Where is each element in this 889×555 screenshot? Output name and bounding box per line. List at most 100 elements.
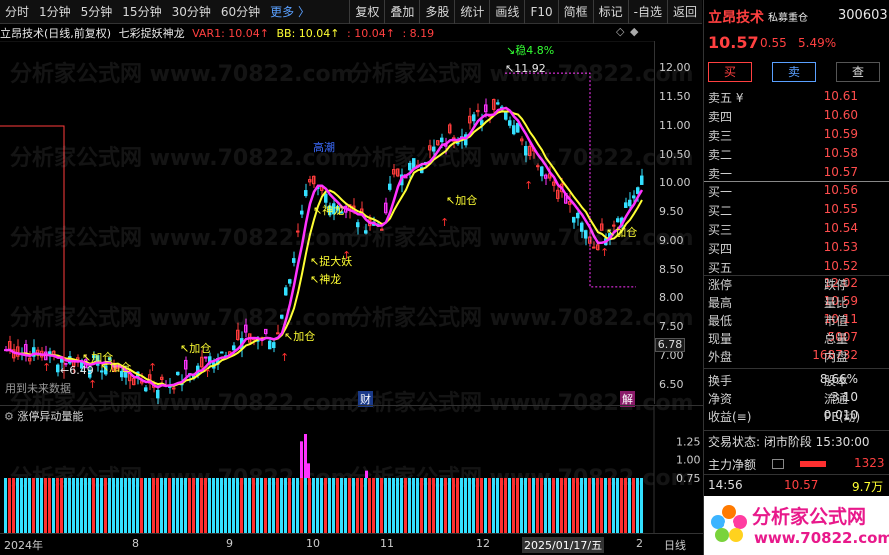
sub-tick-label: 0.75: [676, 472, 701, 485]
logo-url: www.70822.com: [754, 529, 889, 547]
quote-label: 换手: [708, 374, 733, 388]
volume-bar: [464, 478, 467, 533]
candle-body: [640, 175, 644, 185]
volume-bar: [348, 478, 351, 533]
volume-bar: [632, 478, 635, 533]
volume-bar: [396, 478, 399, 533]
watermark-1: 分析家公式网 www.70822.com: [10, 62, 354, 87]
sell-button[interactable]: 卖: [772, 62, 816, 82]
more-periods-button[interactable]: 更多 〉: [265, 0, 315, 24]
top-toolbar: 分时 1分钟 5分钟 15分钟 30分钟 60分钟 更多 〉 复权 叠加 多股 …: [0, 0, 702, 24]
candle-body: [576, 212, 580, 219]
f10-button[interactable]: F10: [524, 0, 557, 24]
volume-bar: [240, 478, 243, 533]
volume-bar: [496, 478, 499, 533]
volume-bar: [20, 478, 23, 533]
volume-bar: [56, 478, 59, 533]
candle-body: [220, 351, 224, 354]
quote-value: 10.52: [823, 259, 858, 273]
volume-bar: [384, 478, 387, 533]
date-tick-label: 10: [306, 537, 320, 550]
statistics-button[interactable]: 统计: [454, 0, 489, 24]
chart-diamond-icon[interactable]: ◇: [616, 25, 624, 38]
volume-bar: [248, 478, 251, 533]
simple-frame-button[interactable]: 简框: [557, 0, 593, 24]
volume-bar: [472, 478, 475, 533]
query-button[interactable]: 查: [836, 62, 880, 82]
price-tick-label: 12.00: [659, 61, 691, 75]
price-tick-label: 10.00: [659, 176, 691, 190]
volume-bar: [60, 478, 63, 533]
volume-bar: [476, 478, 479, 533]
buy-button[interactable]: 买: [708, 62, 752, 82]
back-button[interactable]: 返回: [666, 0, 702, 24]
volume-bar: [168, 478, 171, 533]
candle-body: [288, 279, 292, 284]
buy-arrow: ↑: [203, 367, 212, 380]
future-data-note: 用到未来数据: [5, 382, 71, 395]
volume-bar: [256, 478, 259, 533]
main-flow-icon[interactable]: [772, 459, 784, 469]
volume-bar: [328, 478, 331, 533]
period-tab-1min[interactable]: 1分钟: [34, 0, 76, 24]
quote-value: 10.61: [823, 89, 858, 103]
sub-tick-label: 1.25: [676, 435, 701, 448]
volume-bar: [156, 478, 159, 533]
stat-label-2: 股本: [824, 374, 849, 388]
quote-label: 卖二: [708, 148, 733, 162]
date-tick-label: 11: [380, 537, 394, 550]
volume-bar: [188, 478, 191, 533]
period-tab-30min[interactable]: 30分钟: [167, 0, 216, 24]
candle-body: [292, 258, 296, 263]
fuquan-button[interactable]: 复权: [349, 0, 384, 24]
volume-bar: [164, 478, 167, 533]
volume-bar: [44, 478, 47, 533]
volume-bar: [284, 478, 287, 533]
volume-bar: [100, 478, 103, 533]
volume-bar: [604, 478, 607, 533]
bb-value: BB: 10.04↑: [276, 27, 340, 40]
watchlist-button[interactable]: -自选: [627, 0, 667, 24]
price-change-pct: 5.49%: [798, 36, 837, 50]
volume-bar: [580, 478, 583, 533]
period-tab-15min[interactable]: 15分钟: [117, 0, 166, 24]
tick-time: 14:56: [708, 478, 743, 492]
indicator-value-4: : 8.19: [402, 27, 435, 40]
period-tab-5min[interactable]: 5分钟: [76, 0, 118, 24]
candle-body: [472, 114, 476, 122]
volume-bar: [24, 478, 27, 533]
mark-button[interactable]: 标记: [592, 0, 628, 24]
stat-row: 涨停 12.02 跌停: [704, 276, 889, 293]
volume-bar: [264, 478, 267, 533]
volume-bar: [292, 478, 295, 533]
volume-bar: [140, 478, 143, 533]
volume-bar: [596, 478, 599, 533]
volume-bar: [556, 478, 559, 533]
quote-value: 10.55: [823, 202, 858, 216]
volume-bar: [252, 478, 255, 533]
main-flow-value: 1323: [854, 456, 885, 470]
multi-stock-button[interactable]: 多股: [419, 0, 454, 24]
overlay-button[interactable]: 叠加: [384, 0, 419, 24]
limit-up-volume-bar: [300, 441, 303, 478]
volume-bar: [612, 478, 615, 533]
chart-grid-icon[interactable]: ◆: [630, 25, 638, 38]
volume-bar: [8, 478, 11, 533]
quote-value: 10.54: [823, 221, 858, 235]
volume-bar: [48, 478, 51, 533]
draw-line-button[interactable]: 画线: [489, 0, 524, 24]
divider: [704, 474, 889, 475]
period-tab-fenshi[interactable]: 分时: [0, 0, 34, 24]
volume-subchart[interactable]: 1.25 1.00 0.75: [0, 406, 703, 533]
volume-bar: [360, 478, 363, 533]
stat-label-2: 量比: [824, 296, 849, 310]
volume-bar: [212, 478, 215, 533]
volume-bar: [72, 478, 75, 533]
period-tab-60min[interactable]: 60分钟: [216, 0, 265, 24]
volume-bar: [340, 478, 343, 533]
volume-bar: [520, 478, 523, 533]
indicator-name[interactable]: 七彩捉妖神龙: [119, 27, 185, 40]
stat-row: 外盘 168732 内盘: [704, 348, 889, 365]
date-tick-label: 日线: [664, 539, 686, 552]
quote-value: 10.57: [823, 165, 858, 179]
